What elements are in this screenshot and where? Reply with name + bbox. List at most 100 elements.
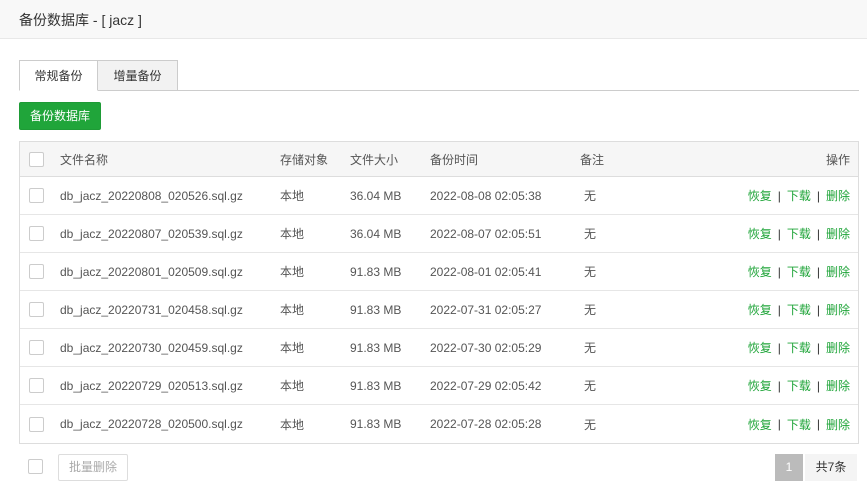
file-name: db_jacz_20220729_020513.sql.gz xyxy=(60,378,243,393)
separator: | xyxy=(777,417,781,431)
header-checkbox-cell xyxy=(29,142,44,176)
row-checkbox[interactable] xyxy=(29,302,44,317)
file-name: db_jacz_20220728_020500.sql.gz xyxy=(60,417,243,431)
download-link[interactable]: 下载 xyxy=(787,339,811,356)
backup-time: 2022-08-01 02:05:41 xyxy=(430,264,542,279)
separator: | xyxy=(816,417,820,431)
table-header: 文件名称 存储对象 文件大小 备份时间 备注 操作 xyxy=(20,142,858,177)
restore-link[interactable]: 恢复 xyxy=(748,225,772,242)
dialog-title: 备份数据库 - [ jacz ] xyxy=(19,12,142,28)
download-link[interactable]: 下载 xyxy=(787,187,811,204)
backup-time: 2022-07-30 02:05:29 xyxy=(430,340,542,355)
storage-target: 本地 xyxy=(280,189,305,203)
delete-link[interactable]: 删除 xyxy=(826,263,850,280)
file-name: db_jacz_20220807_020539.sql.gz xyxy=(60,226,243,241)
download-link[interactable]: 下载 xyxy=(787,301,811,318)
note: 无 xyxy=(584,189,597,203)
delete-link[interactable]: 删除 xyxy=(826,416,850,433)
row-checkbox-cell xyxy=(29,291,44,328)
page-total-count: 共7条 xyxy=(805,454,857,481)
delete-link[interactable]: 删除 xyxy=(826,301,850,318)
note: 无 xyxy=(584,417,597,432)
page-number-current[interactable]: 1 xyxy=(775,454,803,481)
row-checkbox[interactable] xyxy=(29,226,44,241)
column-header-ops: 操作 xyxy=(825,152,850,167)
delete-link[interactable]: 删除 xyxy=(826,225,850,242)
file-name: db_jacz_20220731_020458.sql.gz xyxy=(60,302,243,317)
row-checkbox-cell xyxy=(29,367,44,404)
backup-time: 2022-07-29 02:05:42 xyxy=(430,378,542,393)
row-actions: 恢复 | 下载 | 删除 xyxy=(748,405,850,443)
row-actions: 恢复 | 下载 | 删除 xyxy=(748,215,850,252)
separator: | xyxy=(777,264,781,279)
row-checkbox-cell xyxy=(29,329,44,366)
column-header-name: 文件名称 xyxy=(60,152,109,167)
row-checkbox[interactable] xyxy=(29,188,44,203)
storage-target: 本地 xyxy=(280,265,305,279)
batch-delete-button[interactable]: 批量删除 xyxy=(58,454,128,481)
restore-link[interactable]: 恢复 xyxy=(748,416,772,433)
download-link[interactable]: 下载 xyxy=(787,263,811,280)
row-checkbox[interactable] xyxy=(29,378,44,393)
table-row: db_jacz_20220729_020513.sql.gz 本地 91.83 … xyxy=(20,367,858,405)
row-checkbox[interactable] xyxy=(29,340,44,355)
table-row: db_jacz_20220728_020500.sql.gz 本地 91.83 … xyxy=(20,405,858,443)
column-header-note: 备注 xyxy=(580,152,605,167)
separator: | xyxy=(816,378,820,393)
restore-link[interactable]: 恢复 xyxy=(748,263,772,280)
file-size: 91.83 MB xyxy=(350,340,402,355)
restore-link[interactable]: 恢复 xyxy=(748,301,772,318)
delete-link[interactable]: 删除 xyxy=(826,339,850,356)
file-size: 91.83 MB xyxy=(350,264,402,279)
restore-link[interactable]: 恢复 xyxy=(748,187,772,204)
separator: | xyxy=(816,340,820,355)
storage-target: 本地 xyxy=(280,227,305,241)
backup-time: 2022-07-31 02:05:27 xyxy=(430,302,542,317)
dialog-header: 备份数据库 - [ jacz ] xyxy=(0,0,867,39)
backup-time: 2022-08-07 02:05:51 xyxy=(430,226,542,241)
footer-select-all-checkbox[interactable] xyxy=(28,459,43,474)
separator: | xyxy=(777,302,781,317)
storage-target: 本地 xyxy=(280,303,305,317)
tab-regular-backup[interactable]: 常规备份 xyxy=(19,60,98,91)
backup-tabs: 常规备份 增量备份 xyxy=(19,60,859,91)
column-header-target: 存储对象 xyxy=(280,152,329,167)
backup-time: 2022-07-28 02:05:28 xyxy=(430,417,542,431)
select-all-checkbox[interactable] xyxy=(29,151,44,167)
row-actions: 恢复 | 下载 | 删除 xyxy=(748,253,850,290)
download-link[interactable]: 下载 xyxy=(787,377,811,394)
restore-link[interactable]: 恢复 xyxy=(748,377,772,394)
file-size: 91.83 MB xyxy=(350,378,402,393)
separator: | xyxy=(777,378,781,393)
file-size: 91.83 MB xyxy=(350,417,402,431)
note: 无 xyxy=(584,379,597,393)
row-actions: 恢复 | 下载 | 删除 xyxy=(748,367,850,404)
row-checkbox-cell xyxy=(29,253,44,290)
download-link[interactable]: 下载 xyxy=(787,416,811,433)
tab-incremental-backup[interactable]: 增量备份 xyxy=(98,60,178,91)
row-checkbox[interactable] xyxy=(29,416,44,432)
separator: | xyxy=(816,226,820,241)
file-size: 36.04 MB xyxy=(350,188,402,203)
note: 无 xyxy=(584,265,597,279)
delete-link[interactable]: 删除 xyxy=(826,187,850,204)
row-actions: 恢复 | 下载 | 删除 xyxy=(748,329,850,366)
storage-target: 本地 xyxy=(280,341,305,355)
file-name: db_jacz_20220808_020526.sql.gz xyxy=(60,188,243,203)
delete-link[interactable]: 删除 xyxy=(826,377,850,394)
table-row: db_jacz_20220731_020458.sql.gz 本地 91.83 … xyxy=(20,291,858,329)
table-row: db_jacz_20220801_020509.sql.gz 本地 91.83 … xyxy=(20,253,858,291)
note: 无 xyxy=(584,227,597,241)
note: 无 xyxy=(584,341,597,355)
table-row: db_jacz_20220807_020539.sql.gz 本地 36.04 … xyxy=(20,215,858,253)
file-size: 36.04 MB xyxy=(350,226,402,241)
separator: | xyxy=(816,188,820,203)
file-name: db_jacz_20220730_020459.sql.gz xyxy=(60,340,243,355)
separator: | xyxy=(777,340,781,355)
backup-database-button[interactable]: 备份数据库 xyxy=(19,102,101,130)
download-link[interactable]: 下载 xyxy=(787,225,811,242)
row-actions: 恢复 | 下载 | 删除 xyxy=(748,177,850,214)
restore-link[interactable]: 恢复 xyxy=(748,339,772,356)
column-header-size: 文件大小 xyxy=(350,152,399,167)
row-checkbox[interactable] xyxy=(29,264,44,279)
